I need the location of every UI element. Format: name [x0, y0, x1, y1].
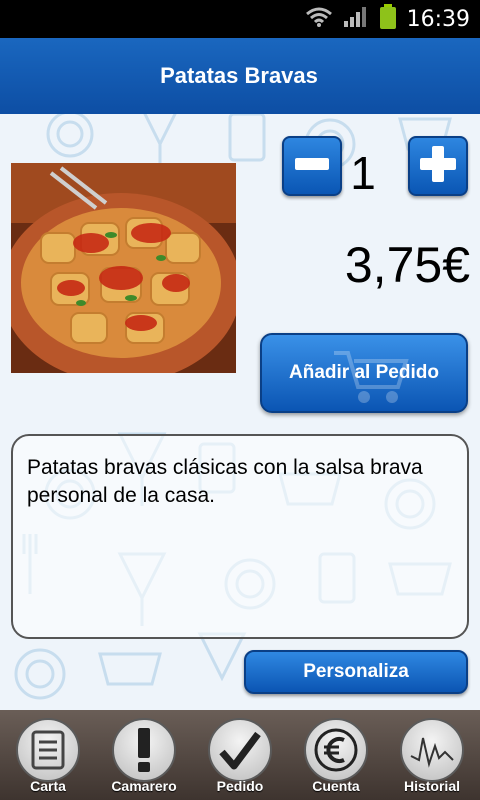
plus-icon [420, 145, 456, 187]
nav-label-camarero: Camarero [111, 778, 177, 794]
page-title: Patatas Bravas [160, 63, 318, 88]
status-bar: 16:39 [0, 0, 480, 38]
exclamation-icon [112, 718, 176, 782]
euro-icon [304, 718, 368, 782]
clock: 16:39 [406, 6, 470, 32]
wifi-icon [305, 6, 333, 33]
nav-label-pedido: Pedido [216, 778, 264, 794]
product-photo [11, 163, 236, 373]
battery-icon [379, 3, 397, 35]
customize-button[interactable]: Personaliza [244, 650, 468, 694]
add-to-order-label: Añadir al Pedido [289, 362, 439, 383]
increase-quantity-button[interactable] [408, 136, 468, 196]
nav-label-cuenta: Cuenta [312, 778, 360, 794]
customize-label: Personaliza [303, 661, 409, 682]
nav-item-pedido[interactable]: Pedido [192, 710, 288, 800]
title-bar: Patatas Bravas [0, 38, 480, 114]
quantity-value: 1 [350, 147, 376, 199]
history-chart-icon [400, 718, 464, 782]
nav-label-carta: Carta [30, 778, 66, 794]
nav-label-historial: Historial [403, 778, 460, 794]
checkmark-icon [208, 718, 272, 782]
menu-card-icon [16, 718, 80, 782]
decrease-quantity-button[interactable] [282, 136, 342, 196]
signal-icon [343, 6, 369, 33]
price-label: 3,75€ [344, 237, 470, 293]
add-to-order-button[interactable]: Añadir al Pedido [260, 333, 468, 413]
nav-item-camarero[interactable]: Camarero [96, 710, 192, 800]
minus-icon [295, 157, 329, 175]
bottom-nav: Carta Camarero Pedido Cuenta Historial [0, 710, 480, 800]
product-description: Patatas bravas clásicas con la salsa bra… [11, 434, 469, 639]
nav-item-cuenta[interactable]: Cuenta [288, 710, 384, 800]
nav-item-historial[interactable]: Historial [384, 710, 480, 800]
nav-item-carta[interactable]: Carta [0, 710, 96, 800]
